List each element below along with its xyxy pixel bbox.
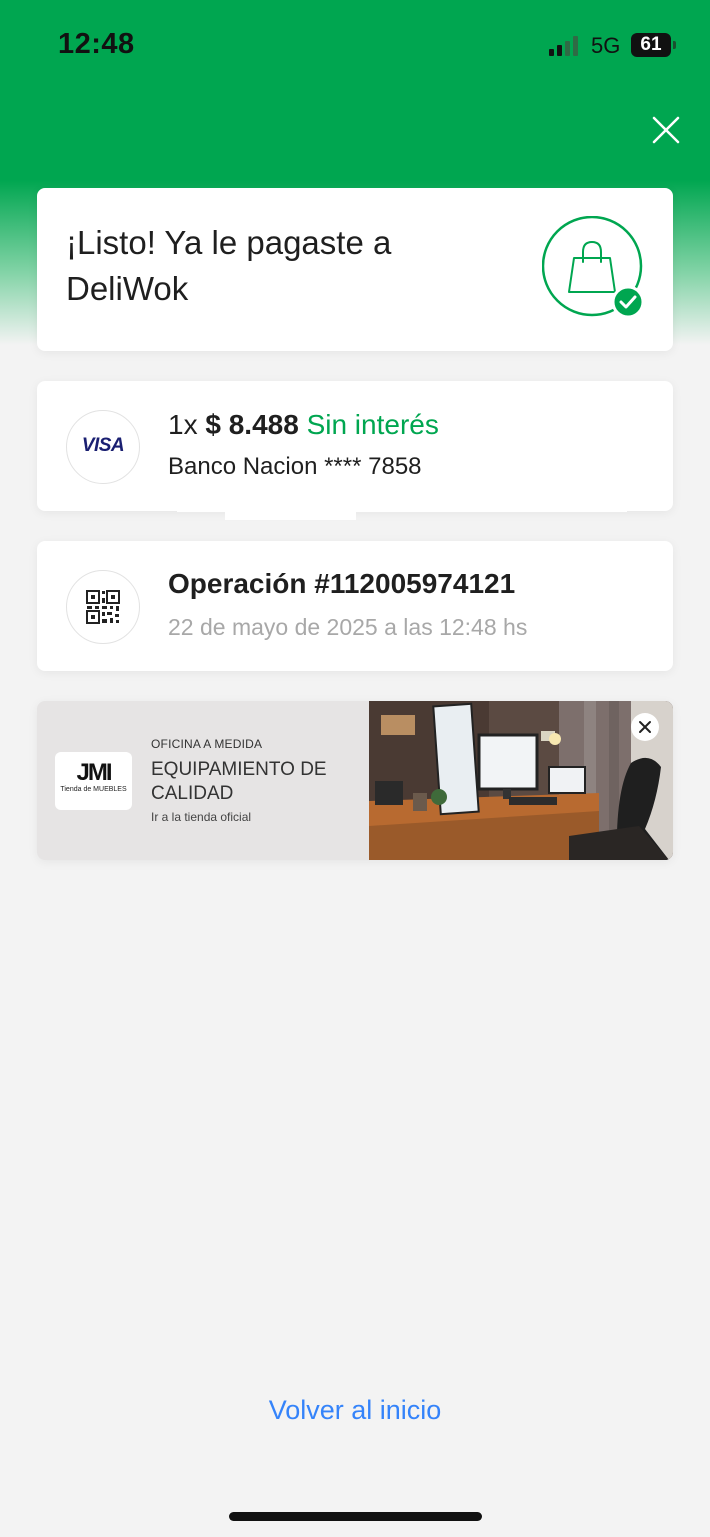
battery-icon: 61 bbox=[631, 33, 671, 57]
store-logo-mark: JMI bbox=[76, 759, 112, 786]
back-to-home-link[interactable]: Volver al inicio bbox=[0, 1395, 710, 1426]
shopping-bag-check-icon bbox=[541, 215, 646, 320]
confirmation-card: ¡Listo! Ya le pagaste a DeliWok bbox=[37, 188, 673, 351]
banner-close-button[interactable] bbox=[631, 713, 659, 741]
payment-amount-line: 1x $ 8.488 Sin interés bbox=[168, 409, 439, 441]
close-icon bbox=[639, 721, 651, 733]
promo-banner[interactable]: JMI Tienda de MUEBLES OFICINA A MEDIDA E… bbox=[37, 701, 673, 860]
close-icon bbox=[652, 116, 680, 144]
qr-code-icon-wrapper bbox=[66, 570, 140, 644]
status-bar: 12:48 5G 61 bbox=[0, 0, 710, 90]
store-logo: JMI Tienda de MUEBLES bbox=[55, 752, 132, 810]
signal-icon bbox=[549, 36, 581, 56]
payment-amount: $ 8.488 bbox=[205, 409, 299, 440]
battery-tip bbox=[673, 41, 676, 49]
status-time: 12:48 bbox=[58, 28, 135, 60]
redaction-tab bbox=[225, 480, 356, 520]
interest-label: Sin interés bbox=[306, 409, 439, 440]
store-logo-subtitle: Tienda de MUEBLES bbox=[60, 786, 127, 793]
banner-title: EQUIPAMIENTO DE CALIDAD bbox=[151, 759, 327, 804]
network-type: 5G bbox=[591, 33, 621, 58]
bank-account-line: Banco Nacion **** 7858 bbox=[168, 453, 422, 480]
installments-count: 1x bbox=[168, 409, 198, 440]
confirmation-title: ¡Listo! Ya le pagaste a DeliWok bbox=[66, 224, 392, 307]
close-button[interactable] bbox=[648, 112, 684, 148]
card-brand: VISA bbox=[81, 435, 125, 456]
home-indicator bbox=[229, 1512, 482, 1521]
operation-number: Operación #112005974121 bbox=[168, 568, 516, 599]
qr-code-icon bbox=[86, 590, 120, 624]
operation-card: Operación #112005974121 22 de mayo de 20… bbox=[37, 541, 673, 671]
operation-date: 22 de mayo de 2025 a las 12:48 hs bbox=[168, 614, 528, 640]
banner-store-link[interactable]: Ir a la tienda oficial bbox=[151, 810, 251, 824]
office-desk-photo bbox=[369, 701, 673, 860]
visa-card-icon: VISA bbox=[66, 410, 140, 484]
banner-eyebrow: OFICINA A MEDIDA bbox=[151, 737, 263, 751]
